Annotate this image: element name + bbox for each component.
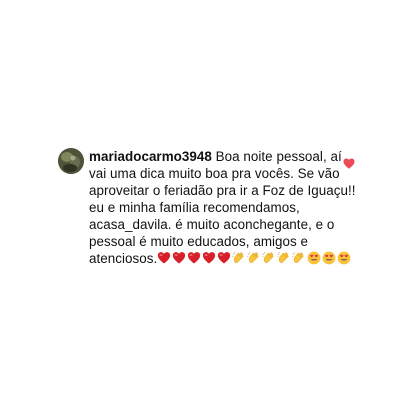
username[interactable]: mariadocarmo3948 — [89, 149, 212, 164]
like-heart-icon[interactable] — [343, 158, 355, 169]
clapping-hands-icon — [292, 251, 306, 265]
red-heart-icon — [157, 251, 171, 265]
heart-eyes-face-icon — [307, 251, 321, 265]
clapping-hands-icon — [262, 251, 276, 265]
red-heart-icon — [217, 251, 231, 265]
clapping-hands-icon — [277, 251, 291, 265]
clapping-hands-icon — [247, 251, 261, 265]
red-heart-icon — [172, 251, 186, 265]
red-heart-icon — [202, 251, 216, 265]
red-heart-icon — [187, 251, 201, 265]
emoji-row — [157, 251, 352, 266]
comment-body: mariadocarmo3948 Boa noite pessoal, aí v… — [89, 148, 359, 267]
comment-text: Boa noite pessoal, aí vai uma dica muito… — [89, 149, 360, 266]
avatar[interactable] — [58, 148, 84, 174]
heart-eyes-face-icon — [322, 251, 336, 265]
heart-eyes-face-icon — [337, 251, 351, 265]
clapping-hands-icon — [232, 251, 246, 265]
